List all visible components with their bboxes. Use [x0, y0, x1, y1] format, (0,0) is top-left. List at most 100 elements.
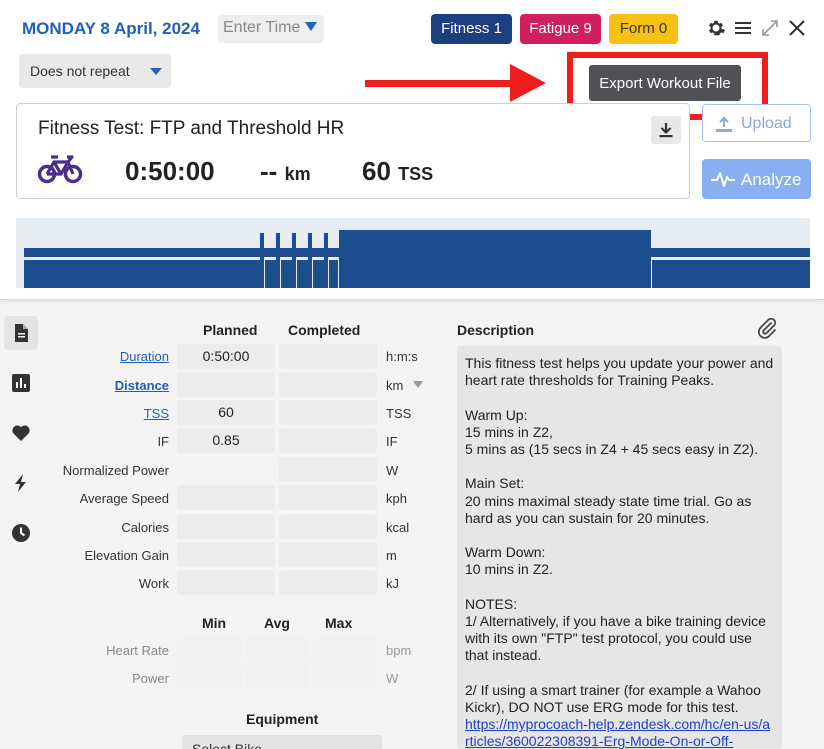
min-header: Min — [202, 615, 227, 631]
file-icon — [15, 324, 28, 342]
np-unit: W — [386, 463, 399, 478]
average-speed-label: Average Speed — [79, 491, 169, 506]
sidebar-history-tab[interactable] — [4, 516, 38, 550]
speed-planned-input[interactable] — [177, 485, 275, 510]
bolt-icon — [15, 474, 26, 492]
time-input[interactable]: Enter Time — [218, 15, 324, 43]
calories-unit: kcal — [386, 520, 410, 535]
if-label: IF — [157, 434, 169, 449]
max-header: Max — [325, 615, 353, 631]
bike-icon — [37, 153, 83, 190]
distance-unit: km — [284, 164, 311, 184]
tss-label[interactable]: TSS — [40, 406, 169, 421]
pulse-icon — [710, 171, 736, 192]
completed-header: Completed — [288, 322, 361, 338]
upload-icon — [715, 115, 733, 138]
workout-header-panel: MONDAY 8 April, 2024 Enter Time Fitness … — [0, 0, 824, 300]
if-unit: IF — [386, 434, 398, 449]
duration-completed-input[interactable] — [279, 344, 377, 369]
np-completed-input[interactable] — [279, 457, 377, 482]
if-planned-input[interactable]: 0.85 — [177, 428, 275, 453]
elevation-gain-label: Elevation Gain — [84, 548, 169, 563]
work-planned-input[interactable] — [177, 570, 275, 595]
power-max-input[interactable] — [313, 665, 377, 690]
download-icon — [659, 123, 673, 138]
power-min-input[interactable] — [177, 665, 241, 690]
heart-icon — [12, 425, 30, 441]
tss-stat: 60 TSS — [362, 156, 433, 187]
workout-title[interactable]: Fitness Test: FTP and Threshold HR — [38, 118, 344, 140]
tss-unit: TSS — [398, 164, 434, 184]
hr-avg-input[interactable] — [245, 637, 309, 662]
bike-select[interactable]: Select Bike — [182, 735, 382, 749]
calories-label: Calories — [121, 520, 169, 535]
work-label: Work — [138, 576, 169, 591]
duration-unit: h:m:s — [386, 349, 418, 364]
avg-header: Avg — [264, 615, 290, 631]
form-badge: Form 0 — [609, 14, 678, 44]
workout-date: MONDAY 8 April, 2024 — [22, 19, 200, 38]
time-placeholder: Enter Time — [223, 19, 301, 36]
speed-completed-input[interactable] — [279, 485, 377, 510]
hr-max-input[interactable] — [313, 637, 377, 662]
sidebar-details-tab[interactable] — [4, 316, 38, 350]
heart-rate-label: Heart Rate — [106, 643, 169, 658]
fitness-badge: Fitness 1 — [431, 14, 512, 44]
planned-header: Planned — [203, 322, 258, 338]
menu-icon[interactable] — [733, 18, 755, 40]
duration-planned-input[interactable]: 0:50:00 — [177, 344, 275, 369]
export-tooltip: Export Workout File — [589, 65, 741, 101]
distance-completed-input[interactable] — [279, 372, 377, 397]
workout-summary-card: Fitness Test: FTP and Threshold HR 0:50:… — [16, 103, 690, 199]
chart-icon — [12, 374, 30, 392]
description-link[interactable]: https://myprocoach-help.zendesk.com/hc/e… — [465, 716, 770, 749]
distance-value: -- — [260, 156, 278, 186]
distance-stat: -- km — [260, 156, 311, 187]
power-label: Power — [132, 671, 169, 686]
equipment-title: Equipment — [246, 711, 319, 727]
description-title: Description — [457, 322, 535, 338]
fatigue-badge: Fatigue 9 — [520, 14, 601, 44]
if-completed-input[interactable] — [279, 428, 377, 453]
workout-structure-chart[interactable] — [16, 218, 810, 288]
distance-planned-input[interactable] — [177, 372, 275, 397]
work-completed-input[interactable] — [279, 570, 377, 595]
caret-down-icon — [150, 68, 162, 75]
np-planned-input[interactable] — [177, 457, 275, 482]
repeat-select[interactable]: Does not repeat — [19, 54, 171, 88]
sidebar-health-tab[interactable] — [4, 416, 38, 450]
description-textarea[interactable]: This fitness test helps you update your … — [457, 346, 782, 749]
upload-button[interactable]: Upload — [702, 104, 811, 142]
duration-label[interactable]: Duration — [40, 349, 169, 364]
sidebar-charts-tab[interactable] — [4, 366, 38, 400]
analyze-button[interactable]: Analyze — [702, 159, 811, 199]
power-avg-input[interactable] — [245, 665, 309, 690]
tss-planned-input[interactable]: 60 — [177, 400, 275, 425]
work-unit: kJ — [386, 576, 399, 591]
power-unit: W — [386, 671, 399, 686]
hr-min-input[interactable] — [177, 637, 241, 662]
paperclip-icon[interactable] — [756, 317, 778, 344]
distance-unit-select[interactable]: km — [386, 378, 403, 393]
expand-icon[interactable] — [760, 18, 782, 40]
caret-down-icon[interactable] — [413, 381, 423, 388]
calories-planned-input[interactable] — [177, 514, 275, 539]
hr-unit: bpm — [386, 643, 412, 658]
normalized-power-label: Normalized Power — [62, 463, 169, 478]
speed-unit: kph — [386, 491, 407, 506]
tss-completed-input[interactable] — [279, 400, 377, 425]
upload-label: Upload — [741, 115, 792, 132]
distance-label[interactable]: Distance — [40, 378, 169, 393]
export-workout-button[interactable] — [651, 116, 681, 144]
sidebar-power-tab[interactable] — [4, 466, 38, 500]
repeat-value: Does not repeat — [30, 63, 130, 79]
elevation-completed-input[interactable] — [279, 542, 377, 567]
close-icon[interactable] — [787, 18, 809, 40]
elevation-planned-input[interactable] — [177, 542, 275, 567]
annotation-arrow-head — [510, 64, 546, 102]
clock-icon — [12, 524, 30, 542]
gear-icon[interactable] — [706, 18, 728, 40]
elevation-unit: m — [386, 548, 397, 563]
calories-completed-input[interactable] — [279, 514, 377, 539]
annotation-arrow — [365, 80, 515, 87]
